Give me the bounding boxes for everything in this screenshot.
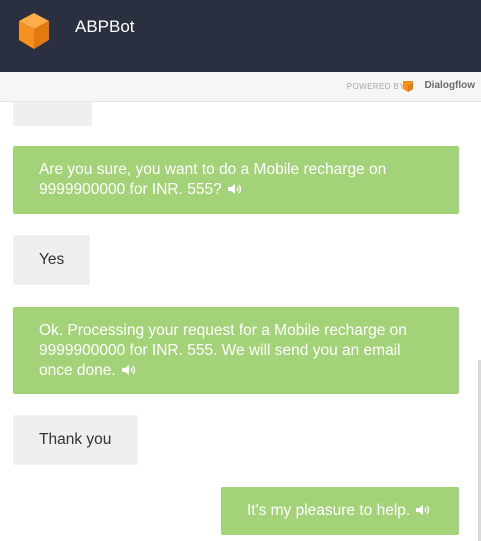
dialogflow-logo-icon [403, 81, 413, 92]
cube-logo-icon [19, 13, 49, 49]
speaker-icon[interactable] [416, 504, 431, 516]
user-message: Yes [13, 235, 90, 285]
message-text: Yes [39, 251, 65, 268]
user-message: Thank you [13, 415, 138, 465]
chat-header: ABPBot [0, 0, 481, 72]
message-text: It's my pleasure to help. [247, 502, 411, 519]
powered-by-bar: POWERED BY Dialogflow [0, 72, 481, 102]
powered-by-label: POWERED BY [346, 82, 405, 91]
user-message-partial: 555 [13, 102, 92, 126]
speaker-icon[interactable] [227, 183, 243, 195]
chat-transcript[interactable]: 555 Are you sure, you want to do a Mobil… [0, 102, 481, 541]
message-text: Thank you [39, 431, 112, 448]
bot-message: Ok. Processing your request for a Mobile… [13, 307, 459, 394]
dialogflow-brand-name[interactable]: Dialogflow [424, 80, 475, 91]
message-text: Ok. Processing your request for a Mobile… [39, 322, 407, 379]
bot-message: It's my pleasure to help. [221, 487, 459, 535]
app-title: ABPBot [75, 17, 135, 36]
speaker-icon[interactable] [121, 364, 137, 376]
message-text: Are you sure, you want to do a Mobile re… [39, 161, 387, 198]
bot-message: Are you sure, you want to do a Mobile re… [13, 146, 459, 214]
